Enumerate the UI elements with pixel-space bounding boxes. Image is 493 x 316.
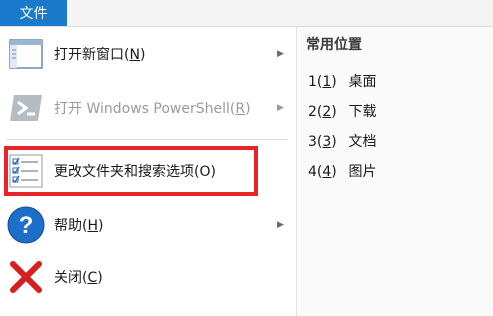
menu-item-label: 打开 Windows PowerShell( — [54, 101, 236, 117]
menu-item-label: 打开新窗口( — [54, 47, 130, 63]
menu-separator — [6, 139, 288, 140]
menu-item-label-tail: ) — [98, 218, 104, 234]
menu-commands: 打开新窗口(N) ▶ 打开 Windows PowerShell(R) ▶ 更改… — [0, 27, 297, 316]
item-accesskey: 4 — [322, 164, 332, 180]
item-accesskey: 2 — [322, 104, 332, 120]
frequent-places-title: 常用位置 — [306, 37, 362, 53]
frequent-place-item[interactable]: 2(2) 下载 — [308, 101, 376, 121]
menu-item-accesskey: R — [235, 101, 246, 117]
frequent-place-item[interactable]: 4(4) 图片 — [308, 161, 376, 181]
file-tab-label: 文件 — [19, 6, 48, 22]
menu-item-open-new-window[interactable]: 打开新窗口(N) ▶ — [0, 27, 296, 81]
menu-item-help[interactable]: ? 帮助(H) ▶ — [0, 198, 296, 252]
submenu-arrow-icon: ▶ — [277, 103, 284, 113]
help-icon: ? — [6, 205, 46, 245]
file-menu: 打开新窗口(N) ▶ 打开 Windows PowerShell(R) ▶ 更改… — [0, 26, 493, 316]
submenu-arrow-icon: ▶ — [277, 49, 284, 59]
new-window-icon — [6, 34, 46, 74]
item-accesskey: 1 — [322, 74, 332, 90]
menu-item-label-tail: ) — [97, 270, 103, 286]
menu-item-label: 关闭( — [54, 270, 88, 286]
svg-text:?: ? — [19, 212, 34, 239]
menu-item-accesskey: H — [87, 218, 98, 234]
frequent-place-label: 文档 — [348, 134, 377, 150]
item-number: 2( — [308, 104, 323, 120]
item-number-tail: ) — [331, 74, 337, 90]
item-number-tail: ) — [331, 164, 337, 180]
menu-item-label-tail: ) — [139, 47, 146, 63]
item-number: 1( — [308, 74, 323, 90]
frequent-place-label: 图片 — [348, 164, 377, 180]
powershell-icon — [6, 88, 46, 128]
item-number-tail: ) — [331, 104, 337, 120]
menu-item-label: 帮助( — [54, 218, 88, 234]
close-icon — [6, 257, 46, 297]
highlight-annotation-box — [4, 146, 258, 196]
frequent-place-item[interactable]: 3(3) 文档 — [308, 131, 376, 151]
menu-item-open-powershell[interactable]: 打开 Windows PowerShell(R) ▶ — [0, 81, 296, 135]
menu-item-close[interactable]: 关闭(C) — [0, 250, 296, 304]
file-tab[interactable]: 文件 — [0, 0, 67, 26]
frequent-place-label: 桌面 — [348, 74, 377, 90]
item-number: 4( — [308, 164, 323, 180]
item-accesskey: 3 — [322, 134, 332, 150]
frequent-place-item[interactable]: 1(1) 桌面 — [308, 71, 376, 91]
item-number: 3( — [308, 134, 323, 150]
submenu-arrow-icon: ▶ — [277, 220, 284, 230]
frequent-places-panel: 常用位置 1(1) 桌面 2(2) 下载 3(3) 文档 4(4) 图片 — [297, 27, 493, 316]
menu-item-label-tail: ) — [245, 101, 251, 117]
frequent-place-label: 下载 — [348, 104, 377, 120]
menu-item-accesskey: C — [87, 270, 98, 286]
menu-item-accesskey: N — [129, 47, 140, 63]
item-number-tail: ) — [331, 134, 337, 150]
